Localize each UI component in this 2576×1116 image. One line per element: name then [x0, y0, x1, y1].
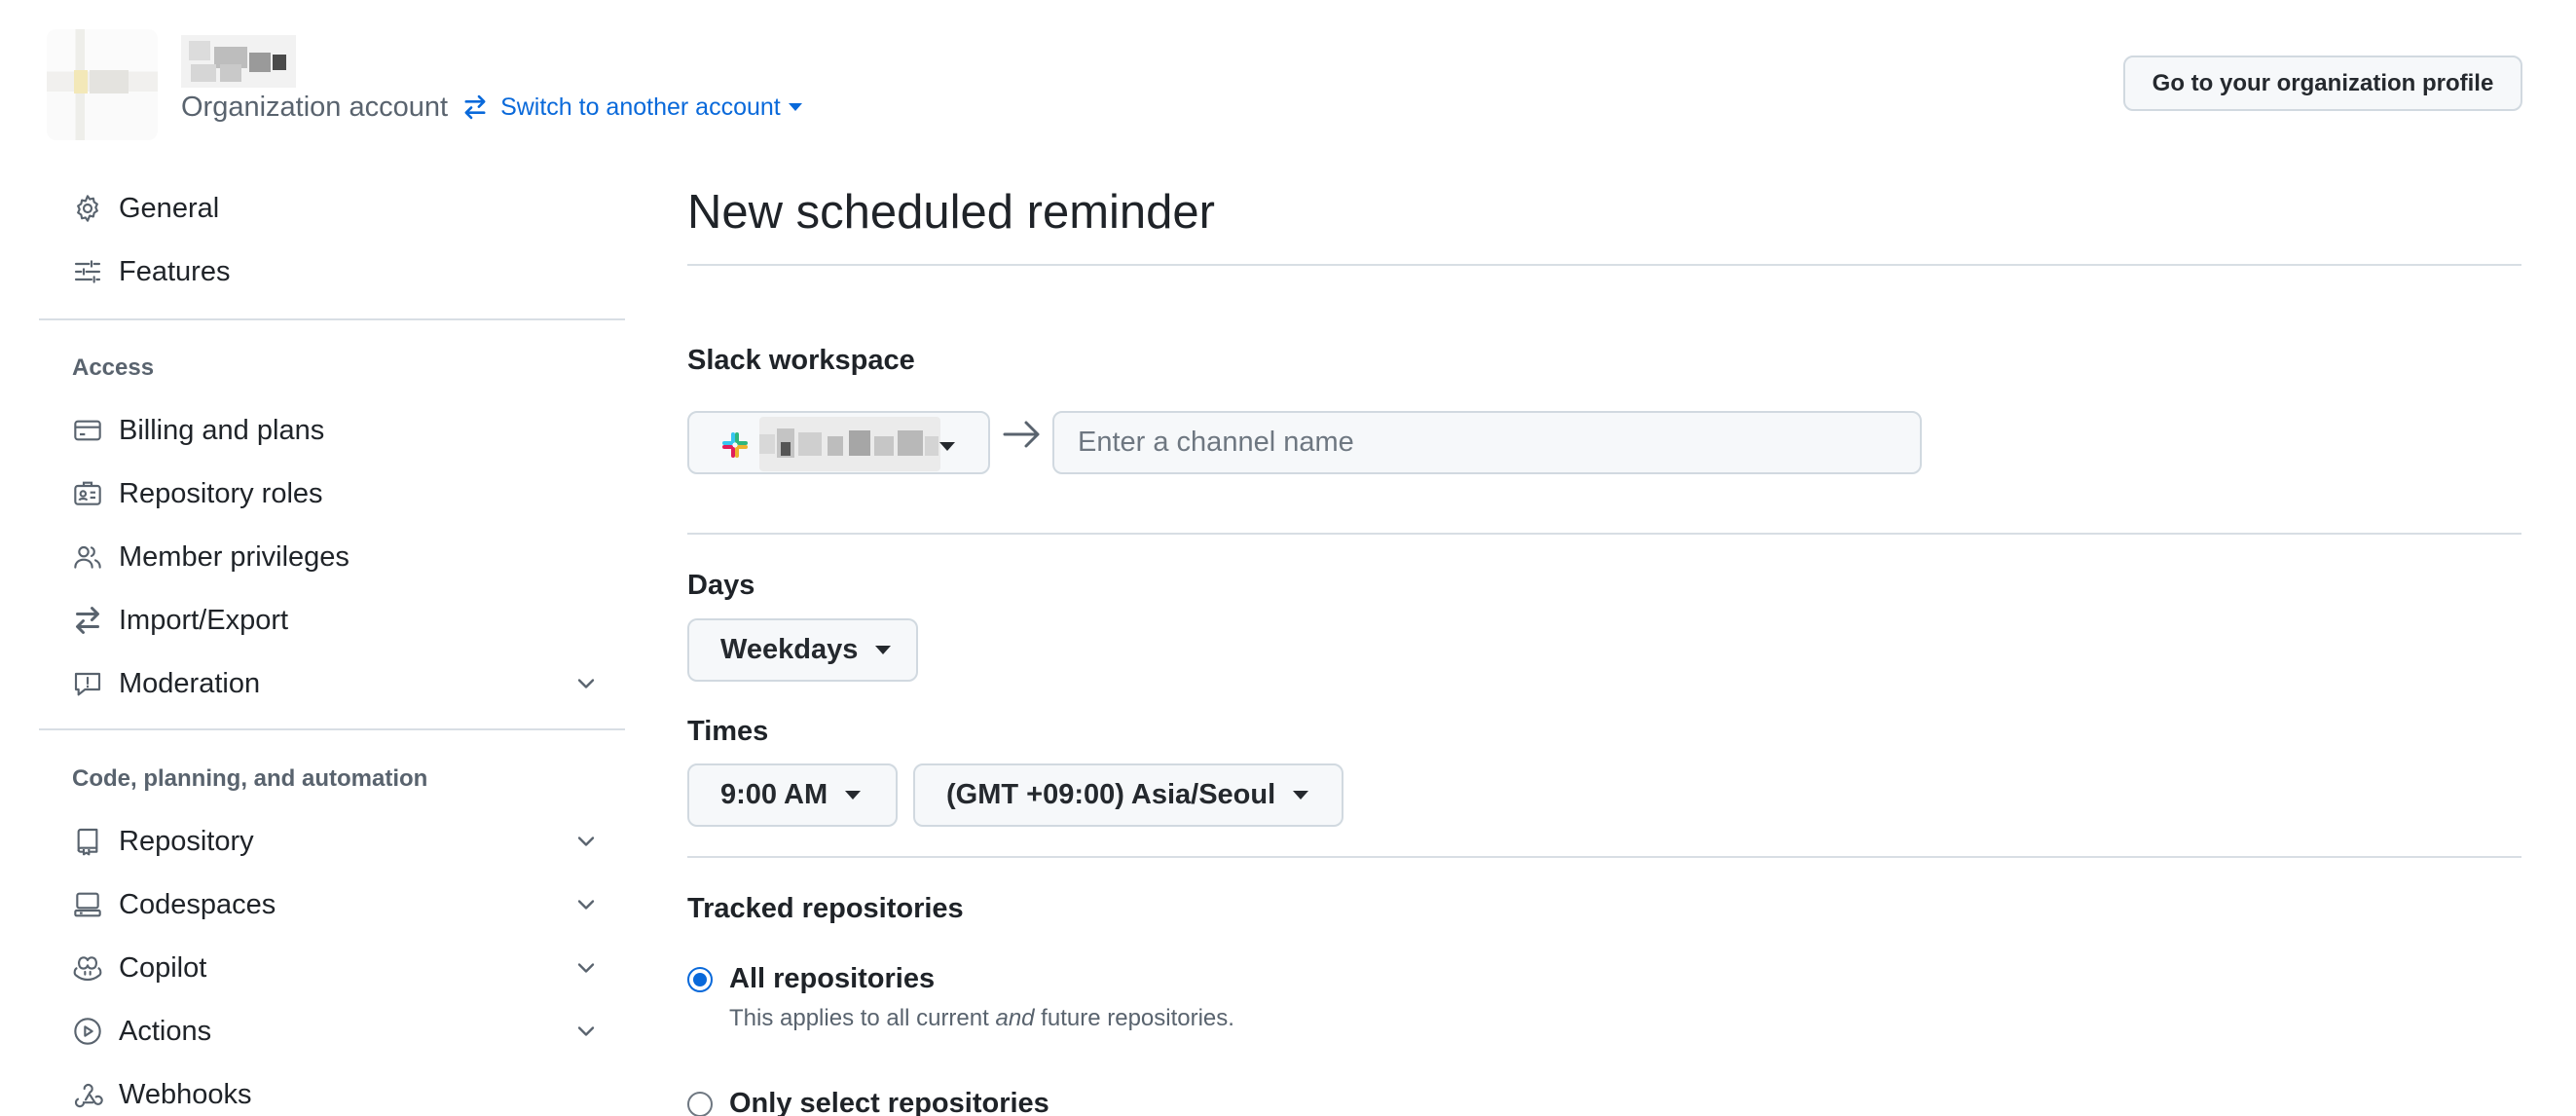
sidebar-item-label: Actions: [119, 1015, 212, 1047]
title-divider: [687, 264, 2521, 266]
timezone-select[interactable]: (GMT +09:00) Asia/Seoul: [913, 763, 1343, 827]
time-select-value: 9:00 AM: [720, 779, 828, 810]
time-select[interactable]: 9:00 AM: [687, 763, 898, 827]
slack-workspace-label: Slack workspace: [687, 345, 915, 376]
timezone-select-value: (GMT +09:00) Asia/Seoul: [946, 779, 1276, 810]
account-context: Organization account Switch to another a…: [181, 88, 802, 127]
sidebar-item-label: Moderation: [119, 667, 261, 699]
codespaces-icon: [70, 887, 105, 922]
sidebar-divider: [39, 728, 625, 730]
chevron-down-icon[interactable]: [572, 828, 600, 855]
sidebar-item-actions[interactable]: Actions: [70, 1006, 600, 1057]
sidebar-item-label: Codespaces: [119, 888, 276, 920]
sidebar-item-billing[interactable]: Billing and plans: [70, 405, 600, 456]
sidebar-item-label: General: [119, 192, 220, 224]
workspace-name-redacted: [759, 417, 940, 471]
sidebar-item-features[interactable]: Features: [70, 246, 600, 297]
gear-icon: [70, 191, 105, 226]
days-select-value: Weekdays: [720, 634, 859, 665]
radio-only-select-repositories[interactable]: [687, 1092, 713, 1116]
tracked-repositories-label: Tracked repositories: [687, 893, 964, 924]
switch-account-link[interactable]: Switch to another account: [500, 93, 802, 122]
arrow-right-icon: [1003, 421, 1040, 448]
sidebar-item-label: Member privileges: [119, 540, 350, 573]
people-icon: [70, 539, 105, 575]
sidebar-item-label: Import/Export: [119, 604, 289, 636]
section-divider: [687, 856, 2521, 858]
days-select[interactable]: Weekdays: [687, 618, 918, 682]
caret-down-icon: [845, 791, 862, 800]
sidebar-heading-access: Access: [72, 354, 155, 381]
caret-down-icon: [939, 442, 955, 451]
sidebar-item-codespaces[interactable]: Codespaces: [70, 879, 600, 930]
org-name-redacted: [181, 35, 296, 88]
arrow-switch-icon: [464, 94, 486, 120]
chevron-down-icon[interactable]: [572, 1018, 600, 1045]
radio-all-repositories-note: This applies to all current and future r…: [729, 1005, 1234, 1031]
caret-down-icon: [875, 646, 892, 654]
sidebar-item-label: Repository roles: [119, 477, 323, 509]
radio-only-select-repositories-label[interactable]: Only select repositories: [729, 1088, 1049, 1116]
sidebar-item-webhooks[interactable]: Webhooks: [70, 1069, 600, 1116]
webhook-icon: [70, 1077, 105, 1112]
sidebar-item-label: Copilot: [119, 951, 207, 984]
copilot-icon: [70, 950, 105, 986]
chevron-down-icon[interactable]: [572, 891, 600, 918]
slack-logo-icon: [722, 432, 748, 458]
report-icon: [70, 666, 105, 701]
switch-account-label: Switch to another account: [500, 93, 781, 121]
radio-all-repositories[interactable]: [687, 967, 713, 992]
slack-workspace-select[interactable]: [687, 411, 990, 474]
sidebar-item-label: Billing and plans: [119, 414, 325, 446]
radio-all-repositories-label[interactable]: All repositories: [729, 963, 935, 995]
sidebar-item-label: Features: [119, 255, 231, 287]
section-divider: [687, 533, 2521, 535]
sidebar-item-copilot[interactable]: Copilot: [70, 943, 600, 993]
credit-card-icon: [70, 413, 105, 448]
sidebar-item-label: Repository: [119, 825, 254, 857]
repo-icon: [70, 824, 105, 859]
caret-down-icon: [788, 103, 802, 111]
chevron-down-icon[interactable]: [572, 954, 600, 982]
sidebar-item-label: Webhooks: [119, 1078, 252, 1110]
sidebar-item-import-export[interactable]: Import/Export: [70, 595, 600, 646]
arrow-switch-icon: [70, 603, 105, 638]
sidebar-item-moderation[interactable]: Moderation: [70, 658, 600, 709]
sidebar-item-repository-roles[interactable]: Repository roles: [70, 468, 600, 519]
account-type-label: Organization account: [181, 91, 449, 123]
go-to-org-profile-button[interactable]: Go to your organization profile: [2123, 56, 2522, 111]
sidebar-divider: [39, 318, 625, 320]
days-label: Days: [687, 570, 755, 601]
caret-down-icon: [1293, 791, 1309, 800]
sliders-icon: [70, 254, 105, 289]
sidebar-heading-code: Code, planning, and automation: [72, 765, 428, 792]
channel-name-input[interactable]: [1052, 411, 1922, 474]
id-badge-icon: [70, 476, 105, 511]
times-label: Times: [687, 716, 769, 747]
sidebar-item-repository[interactable]: Repository: [70, 816, 600, 867]
play-icon: [70, 1014, 105, 1049]
chevron-down-icon[interactable]: [572, 670, 600, 697]
page-title: New scheduled reminder: [687, 186, 1215, 239]
sidebar-item-member-privileges[interactable]: Member privileges: [70, 532, 600, 582]
sidebar-item-general[interactable]: General: [70, 183, 600, 234]
org-avatar: [47, 29, 158, 140]
